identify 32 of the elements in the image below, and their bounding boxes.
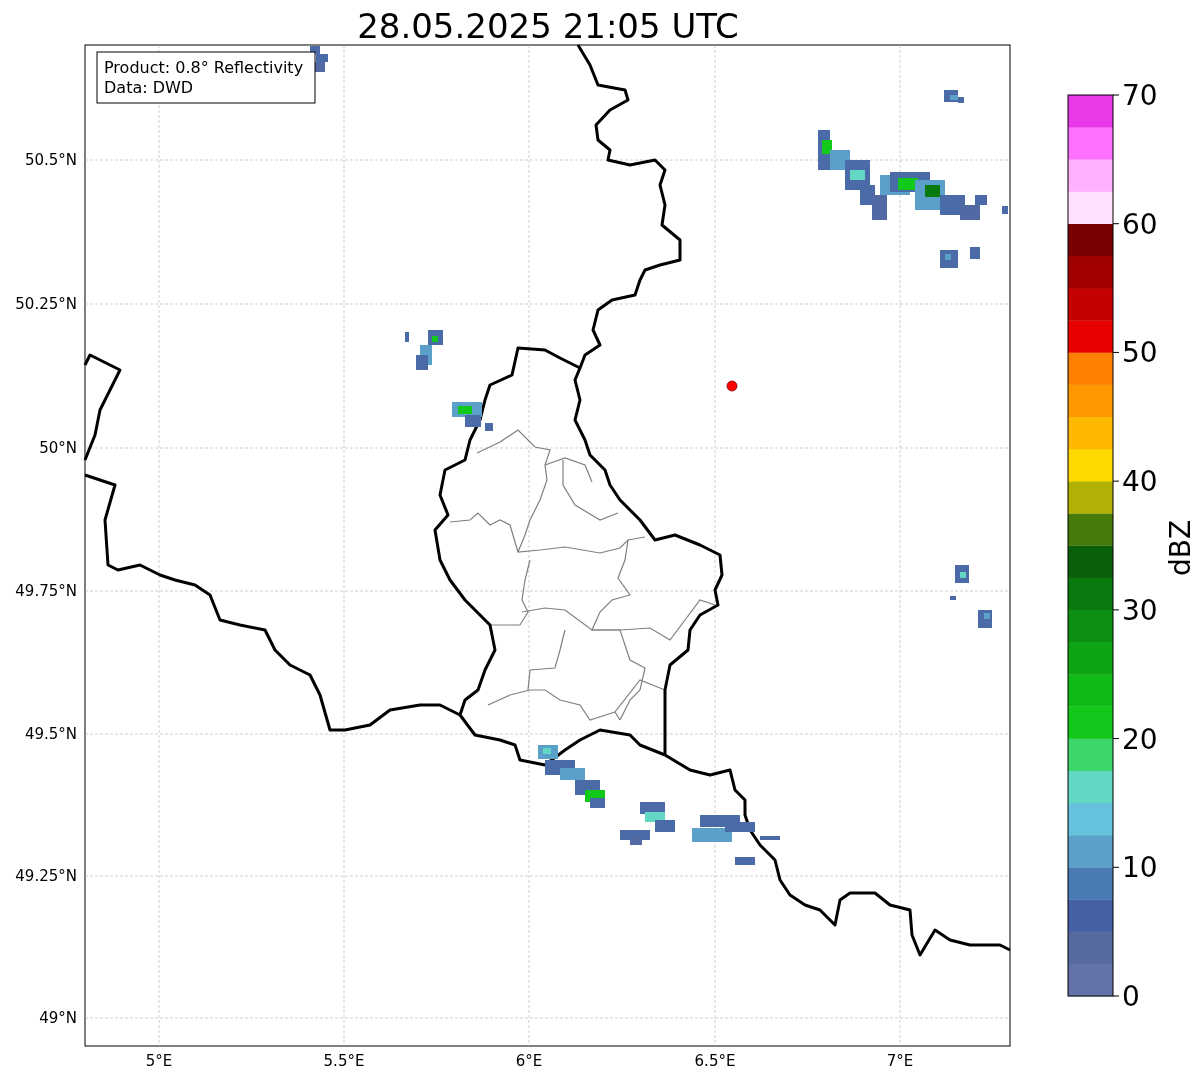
colorbar-tick-label: 60 bbox=[1122, 207, 1158, 241]
longitude-label: 6.5°E bbox=[694, 1052, 736, 1070]
location-marker bbox=[726, 380, 738, 392]
legend-text: Product: 0.8° Reflectivity bbox=[104, 58, 304, 77]
radar-echo bbox=[940, 247, 980, 268]
latitude-label: 49.5°N bbox=[24, 725, 77, 743]
latitude-label: 49°N bbox=[39, 1009, 77, 1027]
longitude-label: 5.5°E bbox=[323, 1052, 365, 1070]
colorbar-tick-label: 0 bbox=[1122, 980, 1140, 1013]
legend-text: Data: DWD bbox=[104, 78, 194, 97]
chart-title: 28.05.2025 21:05 UTC bbox=[357, 6, 739, 46]
colorbar-title: dBZ bbox=[1164, 519, 1197, 577]
latitude-label: 50.25°N bbox=[15, 295, 77, 313]
colorbar-tick-label: 10 bbox=[1122, 851, 1158, 885]
radar-echo bbox=[944, 90, 964, 103]
radar-echo bbox=[405, 330, 443, 370]
latitude-label: 49.75°N bbox=[15, 582, 77, 600]
colorbar-tick-label: 50 bbox=[1122, 336, 1158, 370]
longitude-label: 6°E bbox=[515, 1052, 543, 1070]
radar-echo bbox=[452, 402, 493, 431]
latitude-label: 50°N bbox=[39, 439, 77, 457]
colorbar-tick-label: 40 bbox=[1122, 465, 1158, 499]
radar-echo bbox=[950, 565, 992, 628]
radar-echo bbox=[620, 802, 675, 845]
latitude-label: 49.25°N bbox=[15, 867, 77, 885]
radar-echo bbox=[538, 745, 605, 808]
colorbar-tick-label: 70 bbox=[1122, 79, 1158, 112]
latitude-label: 50.5°N bbox=[24, 151, 77, 169]
colorbar-tick-label: 30 bbox=[1122, 593, 1158, 627]
colorbar-tick-label: 20 bbox=[1122, 722, 1158, 756]
longitude-label: 5°E bbox=[145, 1052, 173, 1070]
longitude-label: 7°E bbox=[886, 1052, 914, 1070]
